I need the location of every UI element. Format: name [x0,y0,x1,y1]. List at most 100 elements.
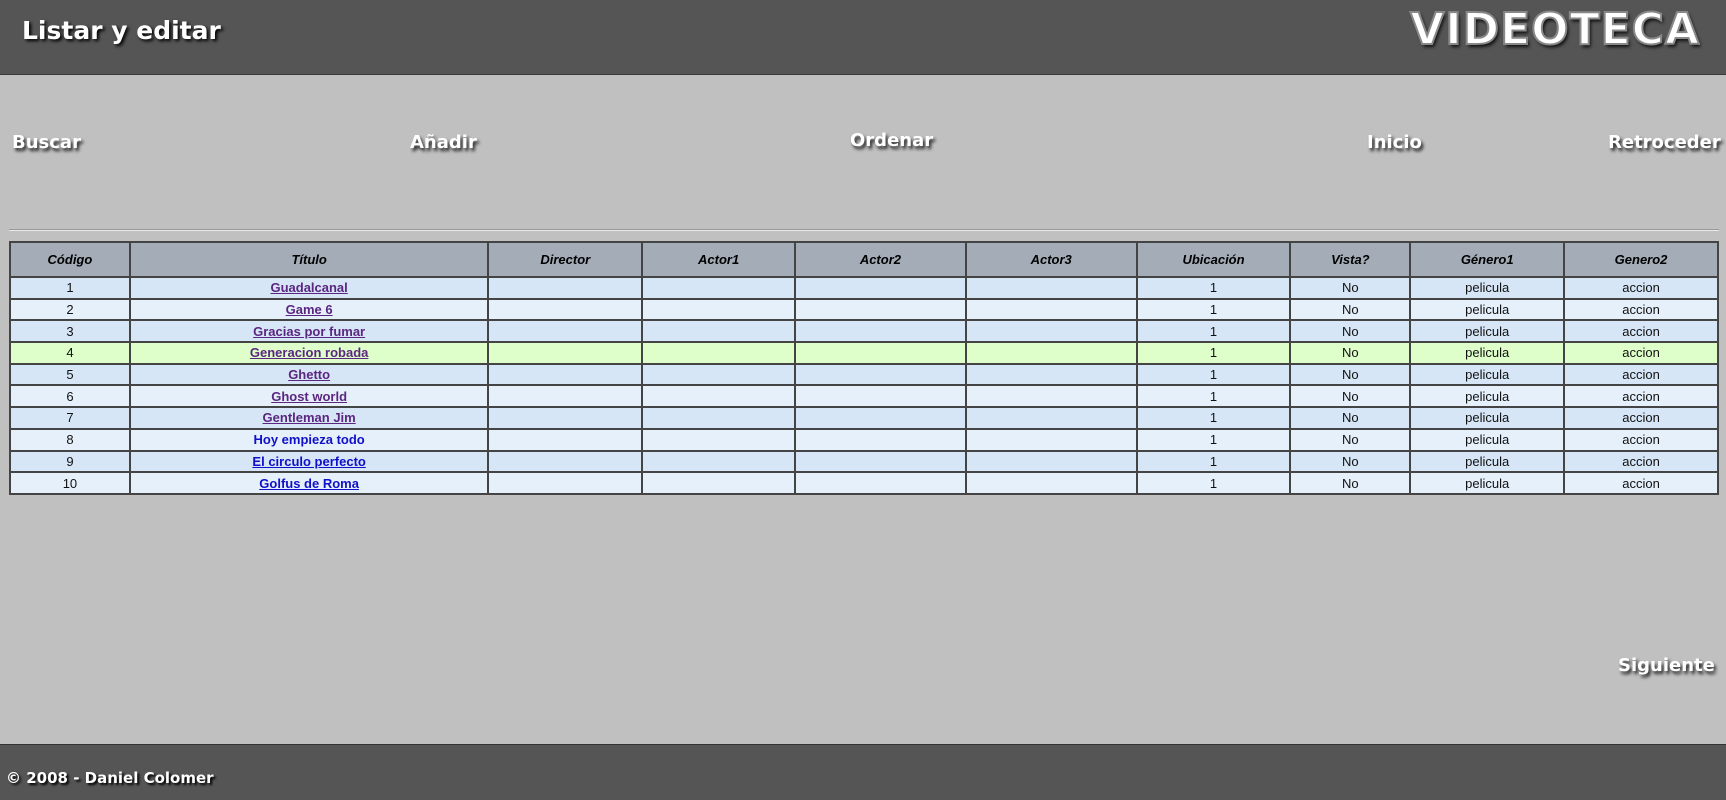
cell-actor1 [641,298,797,322]
column-header[interactable]: Actor3 [964,241,1138,278]
movie-title-link[interactable]: Gracias por fumar [253,324,365,339]
cell-genero2: accion [1563,319,1719,344]
table-row: 2 Game 6 1 No pelicula accion [9,298,1719,322]
cell-actor2 [794,384,967,409]
table-row: 9 El circulo perfecto 1 No pelicula acci… [9,450,1719,474]
column-header[interactable]: Título [128,241,490,278]
cell-ubicacion: 1 [1135,298,1292,322]
column-header[interactable]: Actor1 [641,241,797,278]
cell-codigo: 9 [9,450,131,474]
cell-genero1: pelicula [1409,406,1566,430]
movie-title-link[interactable]: Gentleman Jim [263,410,356,425]
cell-ubicacion: 1 [1135,471,1292,495]
cell-actor1 [641,471,797,495]
videoteca-logo: VIDEOTECA [1409,3,1700,56]
table-row: 8 Hoy empieza todo 1 No pelicula accion [9,428,1719,452]
cell-actor2 [794,428,967,452]
cell-actor3 [964,341,1138,365]
cell-genero2: accion [1563,471,1719,495]
cell-director [487,298,644,322]
cell-actor3 [964,471,1138,495]
column-header[interactable]: Género1 [1409,241,1566,278]
cell-vista: No [1289,384,1412,409]
cell-genero2: accion [1563,298,1719,322]
cell-genero2: accion [1563,384,1719,409]
cell-ubicacion: 1 [1135,428,1292,452]
column-header[interactable]: Director [487,241,644,278]
table-row: 7 Gentleman Jim 1 No pelicula accion [9,406,1719,430]
cell-director [487,471,644,495]
cell-vista: No [1289,319,1412,344]
page-footer: © 2008 - Daniel Colomer [0,744,1726,800]
movie-title-link[interactable]: El circulo perfecto [252,454,365,469]
copyright-text: © 2008 - Daniel Colomer [6,769,214,787]
cell-actor1 [641,319,797,344]
cell-genero2: accion [1563,341,1719,365]
cell-vista: No [1289,406,1412,430]
movie-title-link[interactable]: Ghost world [271,389,347,404]
cell-actor1 [641,384,797,409]
cell-codigo: 6 [9,384,131,409]
cell-actor3 [964,319,1138,344]
cell-genero2: accion [1563,363,1719,387]
cell-actor3 [964,276,1138,300]
cell-ubicacion: 1 [1135,384,1292,409]
cell-actor2 [794,363,967,387]
ordenar-link[interactable]: Ordenar [850,130,933,151]
movie-title-link[interactable]: Guadalcanal [270,280,347,295]
cell-actor2 [794,450,967,474]
movie-title-link[interactable]: Game 6 [286,302,333,317]
cell-genero1: pelicula [1409,471,1566,495]
table-row-hovered: 4 Generacion robada 1 No pelicula accion [9,341,1719,365]
cell-genero1: pelicula [1409,341,1566,365]
cell-codigo: 1 [9,276,131,300]
cell-actor3 [964,298,1138,322]
siguiente-link[interactable]: Siguiente [1618,655,1715,676]
cell-codigo: 5 [9,363,131,387]
inicio-link[interactable]: Inicio [1367,132,1422,153]
cell-actor3 [964,450,1138,474]
cell-codigo: 4 [9,341,131,365]
cell-codigo: 10 [9,471,131,495]
movie-title-link[interactable]: Golfus de Roma [259,476,359,491]
cell-director [487,319,644,344]
cell-ubicacion: 1 [1135,450,1292,474]
column-header[interactable]: Código [9,241,131,278]
retroceder-link[interactable]: Retroceder [1608,132,1721,153]
cell-ubicacion: 1 [1135,276,1292,300]
cell-actor3 [964,406,1138,430]
column-header[interactable]: Genero2 [1563,241,1719,278]
cell-titulo: Ghost world [128,384,490,409]
movie-title-link[interactable]: Hoy empieza todo [254,432,365,447]
cell-titulo: Gentleman Jim [128,406,490,430]
cell-director [487,276,644,300]
cell-genero1: pelicula [1409,276,1566,300]
cell-actor2 [794,298,967,322]
column-header[interactable]: Ubicación [1135,241,1292,278]
column-header[interactable]: Actor2 [794,241,967,278]
movie-title-link[interactable]: Generacion robada [250,345,368,360]
divider [9,229,1719,231]
anadir-link[interactable]: Añadir [410,132,477,153]
cell-ubicacion: 1 [1135,406,1292,430]
table-row: 5 Ghetto 1 No pelicula accion [9,363,1719,387]
cell-titulo: El circulo perfecto [128,450,490,474]
buscar-link[interactable]: Buscar [12,132,81,153]
cell-genero1: pelicula [1409,298,1566,322]
cell-actor2 [794,471,967,495]
cell-codigo: 7 [9,406,131,430]
table-row: 6 Ghost world 1 No pelicula accion [9,384,1719,409]
cell-vista: No [1289,428,1412,452]
column-header[interactable]: Vista? [1289,241,1412,278]
cell-actor1 [641,406,797,430]
cell-director [487,428,644,452]
cell-genero1: pelicula [1409,384,1566,409]
cell-actor2 [794,341,967,365]
movies-table: Código Título Director Actor1 Actor2 Act… [9,241,1719,495]
cell-titulo: Generacion robada [128,341,490,365]
cell-genero1: pelicula [1409,450,1566,474]
cell-titulo: Gracias por fumar [128,319,490,344]
movie-title-link[interactable]: Ghetto [288,367,330,382]
cell-ubicacion: 1 [1135,319,1292,344]
cell-actor2 [794,319,967,344]
